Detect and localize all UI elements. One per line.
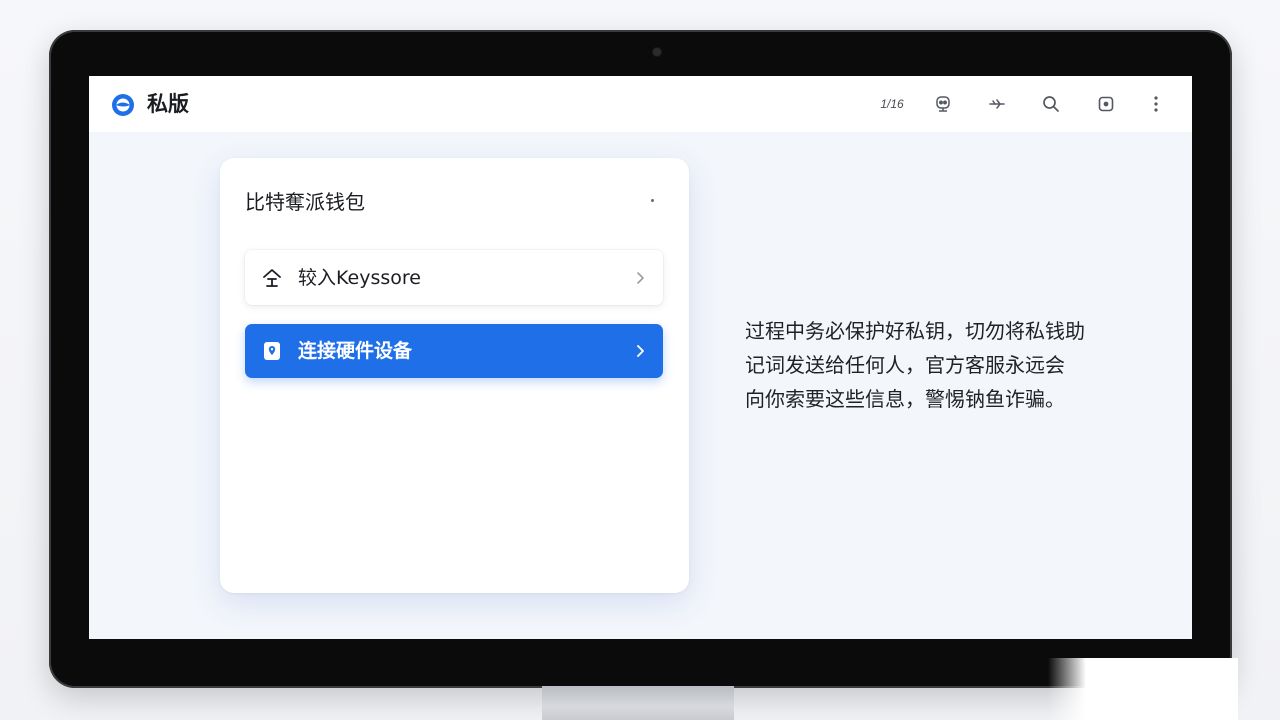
import-keystore-option[interactable]: 较入Keyssore (245, 250, 663, 305)
wallet-card: 比特奪派钱包 较入Keyssore 连接硬件设备 (220, 158, 689, 593)
top-bar: 私版 1/16 (89, 76, 1192, 132)
background-fade (1048, 658, 1238, 720)
import-icon (261, 267, 283, 289)
warning-line: 向你索要这些信息，警惕钠鱼诈骗。 (745, 387, 1065, 411)
connect-hardware-option[interactable]: 连接硬件设备 (245, 324, 663, 378)
search-icon[interactable] (1039, 92, 1063, 116)
card-menu-dot[interactable] (651, 199, 654, 202)
camera-icon (653, 48, 661, 56)
app-logo-icon[interactable] (111, 93, 135, 117)
card-title: 比特奪派钱包 (245, 190, 365, 214)
option-label: 连接硬件设备 (298, 340, 413, 362)
device-icon (261, 340, 283, 362)
warning-line: 过程中务必保护好私钥，切勿将私钱助 (745, 319, 1085, 343)
screen-icon[interactable] (1094, 92, 1118, 116)
option-label: 较入Keyssore (298, 266, 421, 289)
page-indicator: 1/16 (880, 97, 904, 111)
airplane-icon[interactable] (985, 92, 1009, 116)
chevron-right-icon (633, 344, 647, 358)
app-title: 私版 (147, 92, 189, 116)
security-warning: 过程中务必保护好私钥，切勿将私钱助 记词发送给任何人，官方客服永远会 向你索要这… (745, 314, 1145, 416)
monitor-stand (542, 686, 734, 720)
more-icon[interactable] (1144, 92, 1168, 116)
app-screen: 私版 1/16 比特奪派钱包 较入Keyssore 连接硬件设备 过程中务必保护… (89, 76, 1192, 639)
robot-icon[interactable] (931, 92, 955, 116)
warning-line: 记词发送给任何人，官方客服永远会 (745, 353, 1065, 377)
chevron-right-icon (633, 271, 647, 285)
